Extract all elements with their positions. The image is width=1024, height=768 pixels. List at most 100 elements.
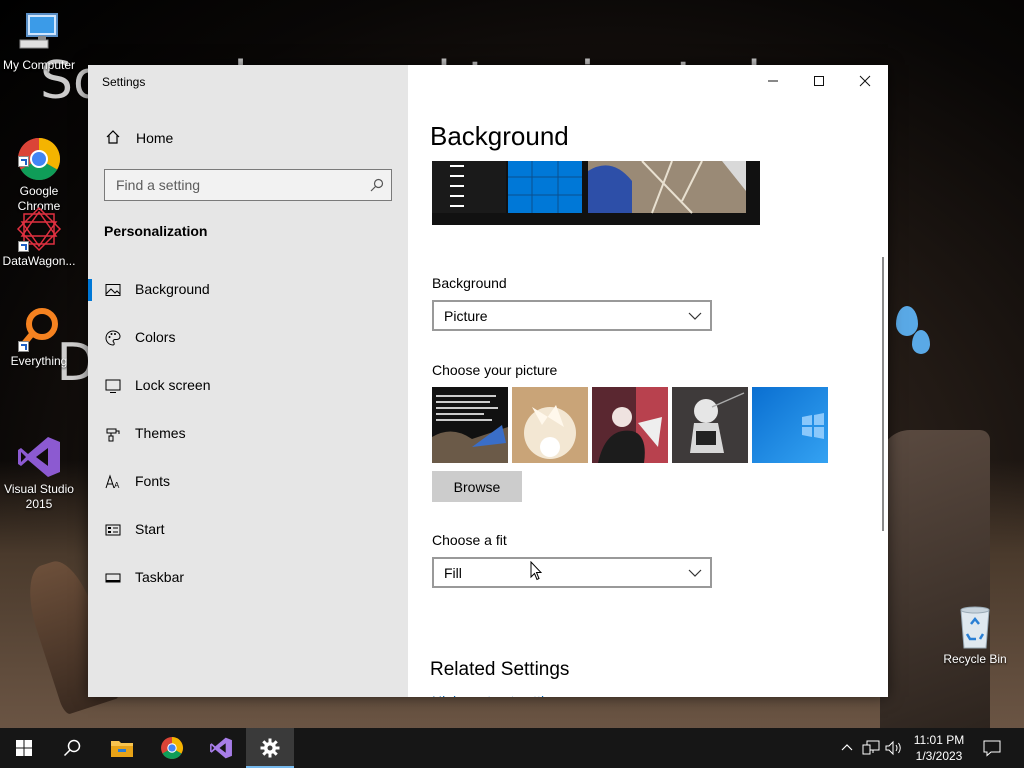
sidebar-item-label: Taskbar bbox=[135, 569, 185, 585]
sidebar-item-label: Start bbox=[135, 521, 165, 537]
computer-icon bbox=[16, 10, 62, 56]
choose-fit-dropdown[interactable]: Fill bbox=[432, 557, 712, 588]
taskbar-chrome[interactable] bbox=[148, 728, 196, 768]
sidebar-item-label: Background bbox=[135, 281, 210, 297]
network-icon[interactable] bbox=[862, 739, 880, 757]
home-label: Home bbox=[136, 130, 174, 146]
picture-thumbnail-2[interactable] bbox=[512, 387, 588, 463]
page-title: Background bbox=[430, 121, 569, 151]
clock-time: 11:01 PM bbox=[913, 733, 965, 747]
sidebar-item-background[interactable]: Background bbox=[88, 267, 408, 311]
taskbar-settings-icon bbox=[105, 570, 121, 586]
content-scrollbar[interactable] bbox=[882, 257, 884, 531]
desktop-icon-label: Visual Studio 2015 bbox=[4, 482, 74, 511]
start-menu-icon bbox=[105, 522, 121, 538]
close-icon bbox=[859, 75, 871, 87]
home-icon bbox=[105, 129, 121, 150]
datawagon-icon bbox=[16, 206, 62, 252]
find-setting-search[interactable] bbox=[104, 169, 392, 201]
picture-thumbnail-4[interactable] bbox=[672, 387, 748, 463]
picture-thumbnail-5[interactable] bbox=[752, 387, 828, 463]
related-settings-link[interactable]: High contrast settings bbox=[432, 693, 572, 697]
picture-thumbnail-3[interactable] bbox=[592, 387, 668, 463]
window-title: Settings bbox=[102, 75, 146, 89]
everything-search-icon bbox=[16, 306, 62, 352]
desktop-icon-recycle-bin[interactable]: Recycle Bin bbox=[936, 604, 1014, 667]
start-button[interactable] bbox=[0, 728, 48, 768]
wallpaper-figure-right bbox=[880, 430, 990, 728]
fonts-icon: A bbox=[105, 474, 121, 490]
mouse-cursor-icon bbox=[530, 560, 543, 586]
taskbar-file-explorer[interactable] bbox=[98, 728, 146, 768]
minimize-icon bbox=[768, 80, 778, 82]
desktop-icon-datawagon[interactable]: DataWagon... bbox=[0, 206, 78, 269]
themes-icon bbox=[105, 426, 121, 442]
settings-sidebar: Settings Home Personalization Background bbox=[88, 65, 408, 697]
browse-button[interactable]: Browse bbox=[432, 471, 522, 502]
sidebar-item-label: Fonts bbox=[135, 473, 171, 489]
desktop-icon-label: Recycle Bin bbox=[943, 652, 1007, 666]
shortcut-arrow-icon bbox=[18, 241, 29, 252]
lock-screen-icon bbox=[105, 378, 121, 394]
dropdown-value: Fill bbox=[444, 565, 462, 581]
desktop-icon-label: Everything bbox=[10, 354, 68, 368]
desktop-icon-label: DataWagon... bbox=[2, 254, 76, 268]
action-center-icon[interactable] bbox=[982, 738, 1002, 758]
preview-image bbox=[432, 161, 760, 225]
background-type-label: Background bbox=[432, 275, 507, 291]
background-type-dropdown[interactable]: Picture bbox=[432, 300, 712, 331]
visual-studio-icon bbox=[210, 737, 232, 759]
sidebar-item-colors[interactable]: Colors bbox=[88, 315, 408, 359]
recycle-bin-icon bbox=[952, 604, 998, 650]
sidebar-item-label: Themes bbox=[135, 425, 186, 441]
taskbar-visual-studio[interactable] bbox=[197, 728, 245, 768]
chrome-icon bbox=[161, 737, 183, 759]
sidebar-item-label: Lock screen bbox=[135, 377, 211, 393]
desktop-icon-my-computer[interactable]: My Computer bbox=[0, 10, 78, 73]
windows-logo-icon bbox=[16, 740, 32, 756]
dropdown-value: Picture bbox=[444, 308, 488, 324]
sidebar-item-fonts[interactable]: A Fonts bbox=[88, 459, 408, 503]
active-indicator bbox=[88, 279, 92, 301]
shortcut-arrow-icon bbox=[18, 341, 29, 352]
taskbar-settings[interactable] bbox=[246, 728, 294, 768]
desktop-icon-google-chrome[interactable]: Google Chrome bbox=[0, 106, 78, 214]
chevron-down-icon bbox=[688, 566, 702, 585]
search-icon[interactable] bbox=[370, 178, 384, 197]
choose-fit-label: Choose a fit bbox=[432, 532, 507, 548]
desktop-icon-label: My Computer bbox=[2, 58, 76, 72]
taskbar-search-button[interactable] bbox=[48, 728, 96, 768]
search-input[interactable] bbox=[105, 170, 361, 200]
related-settings-heading: Related Settings bbox=[430, 659, 570, 680]
sidebar-item-taskbar[interactable]: Taskbar bbox=[88, 555, 408, 599]
clock-date: 1/3/2023 bbox=[915, 749, 963, 763]
sidebar-item-label: Colors bbox=[135, 329, 176, 345]
settings-content: Background Background Picture Choose you… bbox=[408, 65, 888, 697]
file-explorer-icon bbox=[111, 741, 133, 757]
svg-text:A: A bbox=[114, 481, 120, 490]
settings-gear-icon bbox=[260, 738, 280, 758]
shortcut-arrow-icon bbox=[18, 156, 29, 167]
system-clock[interactable]: 11:01 PM 1/3/2023 bbox=[900, 732, 978, 764]
choose-picture-label: Choose your picture bbox=[432, 362, 558, 378]
chrome-icon bbox=[16, 121, 62, 181]
home-nav-item[interactable]: Home bbox=[88, 121, 408, 155]
taskbar: 11:01 PM 1/3/2023 bbox=[0, 728, 1024, 768]
maximize-button[interactable] bbox=[796, 65, 842, 97]
sidebar-item-start[interactable]: Start bbox=[88, 507, 408, 551]
close-button[interactable] bbox=[842, 65, 888, 97]
search-icon bbox=[63, 739, 81, 757]
desktop-icon-visual-studio[interactable]: Visual Studio 2015 bbox=[0, 404, 78, 512]
background-preview bbox=[432, 161, 760, 225]
sidebar-item-themes[interactable]: Themes bbox=[88, 411, 408, 455]
chevron-up-icon[interactable] bbox=[838, 739, 856, 757]
chevron-down-icon bbox=[688, 309, 702, 328]
desktop-icon-everything[interactable]: Everything bbox=[0, 306, 78, 369]
minimize-button[interactable] bbox=[750, 65, 796, 97]
maximize-icon bbox=[814, 76, 824, 86]
visual-studio-icon bbox=[16, 419, 62, 477]
section-title: Personalization bbox=[104, 223, 208, 239]
picture-icon bbox=[105, 282, 121, 298]
sidebar-item-lock-screen[interactable]: Lock screen bbox=[88, 363, 408, 407]
picture-thumbnail-1[interactable] bbox=[432, 387, 508, 463]
